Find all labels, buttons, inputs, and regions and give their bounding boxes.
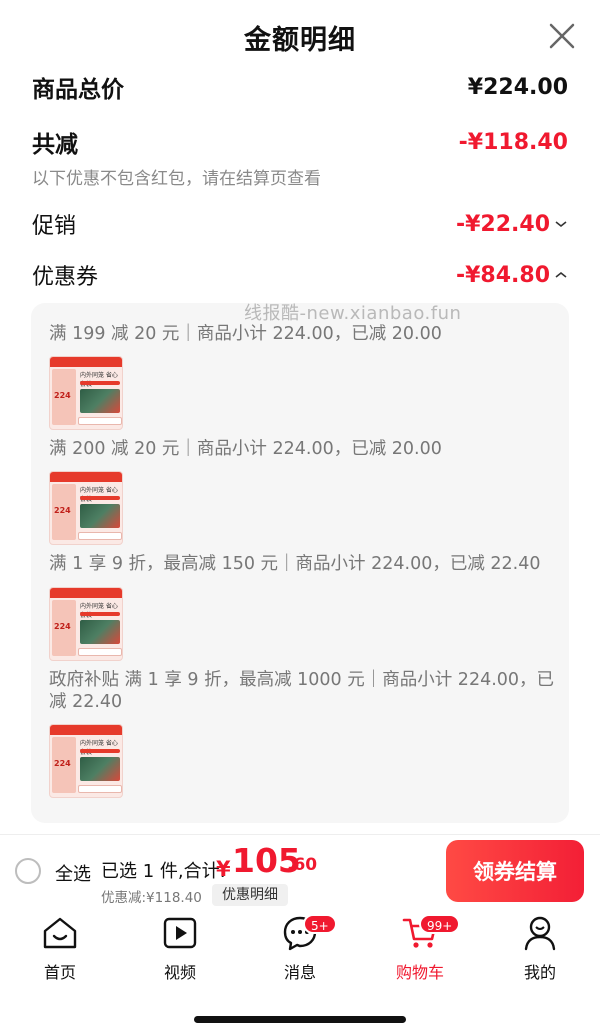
video-icon (163, 917, 197, 949)
tab-label: 我的 (523, 963, 556, 982)
goods-total-value: ¥224.00 (467, 74, 568, 100)
tab-home[interactable]: 首页 (15, 914, 105, 983)
total-reduction-label: 共减 (32, 132, 78, 158)
promo-value: -¥22.40 (455, 211, 550, 237)
tab-profile[interactable]: 我的 (495, 914, 585, 983)
chevron-down-icon (555, 221, 567, 228)
total-reduction-row: 共减 -¥118.40 (32, 126, 568, 159)
message-badge: 5+ (303, 914, 337, 934)
close-button[interactable] (546, 20, 578, 52)
sheet-header: 金额明细 (0, 0, 600, 74)
select-all-label[interactable]: 全选 (55, 860, 91, 886)
product-thumbnail[interactable]: 224 内外同笼 省心套装 (49, 471, 123, 545)
coupon-line: 满 199 减 20 元｜商品小计 224.00，已减 20.00 (49, 324, 442, 344)
tab-cart[interactable]: 购物车 99+ (375, 914, 465, 983)
promo-row[interactable]: 促销 -¥22.40 (32, 208, 568, 240)
promo-label: 促销 (32, 214, 77, 239)
product-thumbnail[interactable]: 224 内外同笼 省心套装 (49, 356, 123, 430)
coupon-value: -¥84.80 (455, 262, 550, 288)
tab-messages[interactable]: 消息 5+ (255, 914, 345, 983)
page-title: 金额明细 (244, 24, 356, 56)
watermark: 线报酷-new.xianbao.fun (244, 303, 462, 324)
selected-count: 已选 1 件,合计: (101, 861, 226, 882)
discount-summary: 优惠减:¥118.40 (101, 890, 202, 906)
home-icon (43, 917, 77, 949)
chevron-up-icon (555, 271, 567, 278)
total-decimal: .60 (287, 855, 318, 875)
coupon-row[interactable]: 优惠券 -¥84.80 (32, 259, 568, 291)
close-icon (549, 23, 575, 49)
goods-total-label: 商品总价 (32, 77, 124, 103)
checkout-bar: 全选 已选 1 件,合计: ¥ 105 .60 优惠减:¥118.40 优惠明细… (0, 834, 600, 908)
goods-total-row: 商品总价 ¥224.00 (32, 72, 568, 104)
product-thumbnail[interactable]: 224 内外同笼 省心套装 (49, 724, 123, 798)
select-all-checkbox[interactable] (15, 858, 41, 884)
discount-detail-button[interactable]: 优惠明细 (212, 884, 288, 906)
checkout-button[interactable]: 领券结算 (446, 840, 584, 902)
coupon-line: 政府补贴 满 1 享 9 折，最高减 1000 元｜商品小计 224.00，已减… (49, 670, 555, 712)
product-thumbnail[interactable]: 224 内外同笼 省心套装 (49, 587, 123, 661)
discount-note: 以下优惠不包含红包，请在结算页查看 (32, 169, 321, 189)
profile-icon (524, 916, 556, 951)
coupon-label: 优惠券 (32, 265, 99, 290)
tab-label: 购物车 (395, 963, 444, 982)
coupon-line: 满 200 减 20 元｜商品小计 224.00，已减 20.00 (49, 439, 442, 459)
coupon-line: 满 1 享 9 折，最高减 150 元｜商品小计 224.00，已减 22.40 (49, 554, 541, 574)
tab-label: 视频 (163, 963, 196, 982)
tab-label: 首页 (43, 963, 76, 982)
total-reduction-value: -¥118.40 (458, 129, 568, 155)
tab-video[interactable]: 视频 (135, 914, 225, 983)
total-currency: ¥ (216, 857, 231, 881)
home-indicator[interactable] (194, 1016, 406, 1023)
tab-label: 消息 (283, 963, 316, 982)
cart-badge: 99+ (419, 914, 461, 934)
